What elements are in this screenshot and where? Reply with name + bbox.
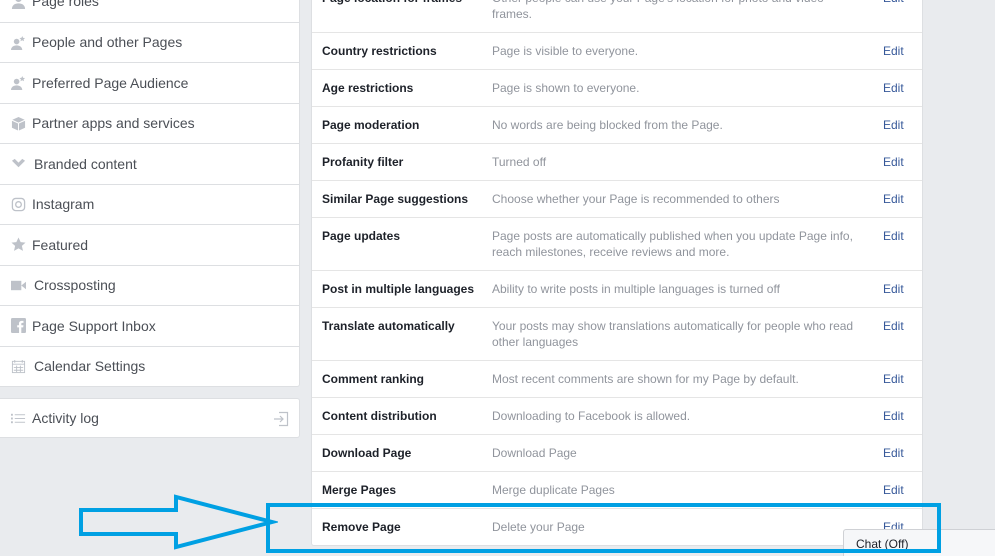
annotation-arrow-icon: [79, 494, 278, 550]
chat-off-tab[interactable]: Chat (Off): [843, 529, 995, 556]
person-star-icon: [10, 34, 26, 50]
sidebar-item-calendar-settings[interactable]: Calendar Settings: [0, 345, 299, 387]
star-icon: [10, 237, 26, 253]
settings-row[interactable]: Profanity filter Turned off Edit: [312, 143, 922, 180]
settings-row-description: No words are being blocked from the Page…: [492, 118, 723, 132]
sidebar-item-label: People and other Pages: [32, 34, 183, 51]
sidebar-item-label: Activity log: [32, 410, 99, 426]
settings-row-description: Turned off: [492, 155, 547, 169]
edit-link[interactable]: Edit: [882, 482, 922, 498]
edit-link[interactable]: Edit: [882, 371, 922, 387]
settings-row[interactable]: Post in multiple languages Ability to wri…: [312, 270, 922, 307]
settings-row-description: Downloading to Facebook is allowed.: [492, 409, 691, 423]
settings-row-description: Choose whether your Page is recommended …: [492, 192, 780, 206]
settings-row-title: Content distribution: [322, 409, 437, 423]
settings-row-description: Most recent comments are shown for my Pa…: [492, 372, 799, 386]
settings-row-description: Page is visible to everyone.: [492, 44, 639, 58]
instagram-icon: [10, 196, 26, 212]
sidebar-item-page-roles[interactable]: Page roles: [0, 0, 299, 22]
cube-icon: [10, 115, 26, 131]
settings-row-description: Other people can use your Page's locatio…: [492, 0, 824, 21]
sidebar-item-label: Page Support Inbox: [32, 317, 156, 334]
facebook-icon: [10, 318, 26, 334]
settings-row[interactable]: Similar Page suggestions Choose whether y…: [312, 180, 922, 217]
edit-link[interactable]: Edit: [882, 408, 922, 424]
edit-link[interactable]: Edit: [882, 445, 922, 461]
sidebar-item-activity-log[interactable]: Activity log: [0, 398, 300, 438]
settings-row[interactable]: Translate automatically Your posts may sh…: [312, 307, 922, 360]
settings-row-title: Age restrictions: [322, 81, 414, 95]
sidebar-item-label: Calendar Settings: [34, 358, 146, 375]
video-camera-icon: [10, 277, 26, 293]
settings-row[interactable]: Download Page Download Page Edit: [312, 434, 922, 471]
settings-row-title: Post in multiple languages: [322, 282, 475, 296]
sidebar-item-label: Featured: [32, 236, 89, 253]
settings-row-description: Ability to write posts in multiple langu…: [492, 282, 780, 296]
settings-row-title: Comment ranking: [322, 372, 425, 386]
settings-row[interactable]: Country restrictions Page is visible to e…: [312, 32, 922, 69]
edit-link[interactable]: Edit: [882, 228, 922, 260]
sidebar-item-crossposting[interactable]: Crossposting: [0, 264, 299, 306]
handshake-icon: [10, 156, 26, 172]
settings-row[interactable]: Content distribution Downloading to Faceb…: [312, 397, 922, 434]
sidebar-item-label: Partner apps and services: [32, 115, 195, 132]
settings-row[interactable]: Merge Pages Merge duplicate Pages Edit: [312, 471, 922, 508]
sidebar-item-branded-content[interactable]: Branded content: [0, 143, 299, 184]
edit-link[interactable]: Edit: [882, 43, 922, 59]
settings-row-title: Similar Page suggestions: [322, 192, 469, 206]
sidebar-item-people-and-other-pages[interactable]: People and other Pages: [0, 21, 299, 63]
settings-sidebar: Page roles People and other Pages Prefer…: [0, 0, 300, 387]
edit-link[interactable]: Edit: [882, 0, 922, 22]
settings-row-title: Page location for frames: [322, 0, 492, 22]
edit-link[interactable]: Edit: [882, 281, 922, 297]
sidebar-item-featured[interactable]: Featured: [0, 224, 299, 265]
sidebar-item-page-support-inbox[interactable]: Page Support Inbox: [0, 305, 299, 346]
sidebar-item-label: Crossposting: [34, 277, 116, 294]
settings-row-description: Merge duplicate Pages: [492, 483, 615, 497]
settings-row-title: Merge Pages: [322, 483, 397, 497]
settings-row-title: Remove Page: [322, 520, 401, 534]
settings-row-description: Your posts may show translations automat…: [492, 319, 854, 349]
person-star-icon: [10, 75, 26, 91]
settings-row-title: Country restrictions: [322, 44, 437, 58]
edit-link[interactable]: Edit: [882, 80, 922, 96]
settings-row-title: Profanity filter: [322, 155, 404, 169]
edit-link[interactable]: Edit: [882, 117, 922, 133]
sidebar-item-preferred-page-audience[interactable]: Preferred Page Audience: [0, 62, 299, 103]
person-icon: [10, 0, 26, 9]
sidebar-item-label: Instagram: [32, 196, 95, 213]
sidebar-item-instagram[interactable]: Instagram: [0, 183, 299, 225]
settings-row[interactable]: Page updates Page posts are automatically…: [312, 217, 922, 270]
sidebar-item-label: Branded content: [34, 155, 137, 172]
list-icon: [10, 410, 26, 426]
calendar-icon: [10, 358, 26, 374]
settings-row-title: Page updates: [322, 229, 401, 243]
settings-row-description: Page posts are automatically published w…: [492, 229, 853, 259]
settings-row[interactable]: Comment ranking Most recent comments are …: [312, 360, 922, 397]
edit-link[interactable]: Edit: [882, 191, 922, 207]
settings-row-title: Translate automatically: [322, 319, 455, 333]
general-settings-list: Page location for framesOther people can…: [311, 0, 923, 546]
edit-link[interactable]: Edit: [882, 318, 922, 350]
settings-row-title: Download Page: [322, 446, 412, 460]
sidebar-item-label: Preferred Page Audience: [32, 74, 189, 91]
settings-row-description: Page is shown to everyone.: [492, 81, 640, 95]
settings-row[interactable]: Page location for framesOther people can…: [312, 0, 922, 32]
exit-icon[interactable]: [273, 411, 289, 430]
settings-row[interactable]: Age restrictions Page is shown to everyon…: [312, 69, 922, 106]
settings-row-description: Download Page: [492, 446, 577, 460]
settings-row[interactable]: Page moderation No words are being blocke…: [312, 106, 922, 143]
edit-link[interactable]: Edit: [882, 154, 922, 170]
settings-row[interactable]: Remove Page Delete your Page Edit: [312, 508, 922, 545]
settings-row-title: Page moderation: [322, 118, 420, 132]
sidebar-item-label: Page roles: [32, 0, 99, 10]
settings-row-description: Delete your Page: [492, 520, 585, 534]
sidebar-item-partner-apps[interactable]: Partner apps and services: [0, 102, 299, 144]
